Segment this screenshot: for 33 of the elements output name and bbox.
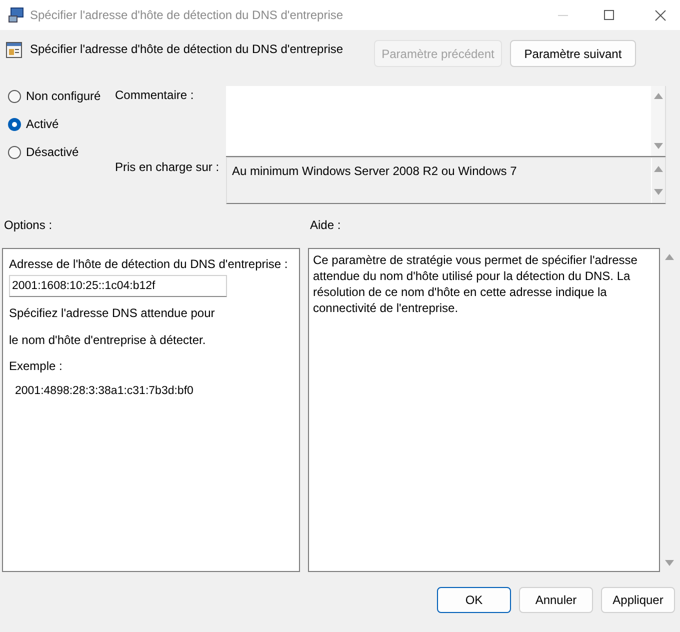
computer-icon [8,7,24,23]
next-setting-button[interactable]: Paramètre suivant [510,40,636,67]
scroll-up-icon[interactable] [654,166,663,172]
maximize-icon[interactable] [604,10,614,20]
close-icon[interactable] [655,10,666,20]
help-label: Aide : [310,217,341,234]
field-label: Adresse de l'hôte de détection du DNS d'entreprise : [9,256,289,273]
scroll-up-icon[interactable] [664,254,674,260]
scroll-up-icon[interactable] [654,93,662,99]
comment-label: Commentaire : [115,87,195,104]
example-text: 2001:4898:28:3:38a1:c31:7b3d:bf0 [14,384,194,399]
example-label: Exemple : [9,358,64,375]
options-label: Options : [3,217,54,234]
policy-icon [6,42,22,58]
supported-on-value: Au minimum Windows Server 2008 R2 ou Windows 7 [231,163,518,180]
policy-title: Spécifier l'adresse d'hôte de détection du DNS d'entreprise [30,41,344,58]
comment-field[interactable] [226,86,666,157]
description-text: le nom d'hôte d'entreprise à détecter. [9,332,207,349]
state-radio[interactable]: Désactivé [8,144,115,160]
minimize-icon[interactable] [558,14,568,16]
scroll-down-icon[interactable] [654,189,663,195]
cancel-button[interactable]: Annuler [519,587,593,613]
supported-on-label: Pris en charge sur : [115,159,220,176]
description-text: Spécifiez l'adresse DNS attendue pour [9,305,216,322]
ok-button[interactable]: OK [437,587,511,613]
help-text: Ce paramètre de stratégie vous permet de spécifier l'adresse attendue du nom d'hôte utilisé pour la détection du DNS. La résolution de ce nom d'hôte en cette adresse indique la connectivité de l'entreprise. [313,252,638,316]
host-address-field[interactable]: 2001:1608:10:25::1c04:b12f [9,275,227,297]
scroll-down-icon[interactable] [654,143,662,149]
window-title: Spécifier l'adresse d'hôte de détection du DNS d'entreprise [30,7,344,24]
state-radio[interactable]: Non configuré [8,88,115,104]
apply-button[interactable]: Appliquer [601,587,675,613]
scroll-down-icon[interactable] [664,560,674,566]
state-radio[interactable]: Activé [8,116,115,132]
